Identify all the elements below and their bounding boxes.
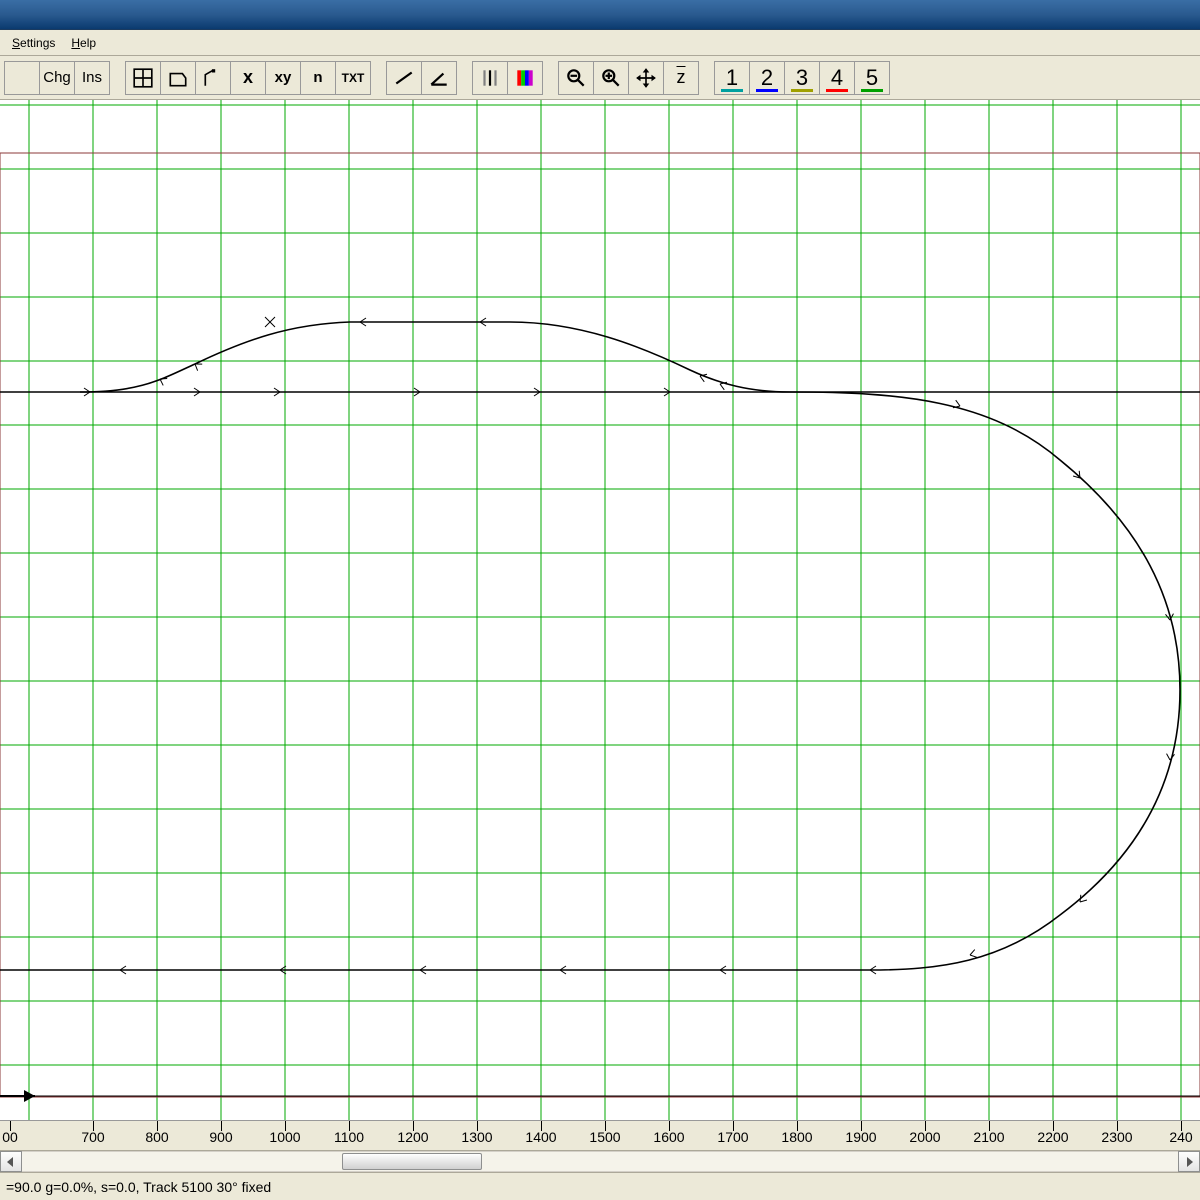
lines-display-button[interactable] (472, 61, 508, 95)
txt-button[interactable]: TXT (335, 61, 371, 95)
ruler-label: 2100 (973, 1129, 1004, 1145)
scrollbar-track[interactable] (22, 1151, 1178, 1172)
pan-icon (635, 67, 657, 89)
shape-icon (167, 67, 189, 89)
menu-settings-label: ettings (20, 36, 55, 50)
grid-icon (132, 67, 154, 89)
zoom-in-icon (600, 67, 622, 89)
ruler-label: 1800 (781, 1129, 812, 1145)
status-bar: =90.0 g=0.0%, s=0.0, Track 5100 30° fixe… (0, 1172, 1200, 1200)
polygon-point-button[interactable] (195, 61, 231, 95)
spectrum-button[interactable] (507, 61, 543, 95)
grid-button[interactable] (125, 61, 161, 95)
horizontal-scrollbar[interactable] (0, 1150, 1200, 1172)
ruler-label: 700 (81, 1129, 104, 1145)
ruler-label: 2200 (1037, 1129, 1068, 1145)
scroll-left-button[interactable] (0, 1151, 22, 1172)
design-canvas[interactable]: 00 700 800 900 1000 1100 1200 1300 1400 1500 1600 1… (0, 100, 1200, 1150)
toolbar-group-shapes: x xy n TXT (125, 61, 370, 95)
ruler-label: 2000 (909, 1129, 940, 1145)
toolbar-group-color (472, 61, 542, 95)
ruler-label: 1100 (334, 1129, 364, 1145)
ruler-label: 1900 (845, 1129, 876, 1145)
ruler-label: 1200 (397, 1129, 428, 1145)
n-button[interactable]: n (300, 61, 336, 95)
layer-3-button[interactable]: 3 (784, 61, 820, 95)
scrollbar-thumb[interactable] (342, 1153, 482, 1170)
layer-2-button[interactable]: 2 (749, 61, 785, 95)
ruler-label: 1000 (269, 1129, 300, 1145)
window-titlebar (0, 0, 1200, 30)
zoom-out-icon (565, 67, 587, 89)
horizontal-ruler: 00 700 800 900 1000 1100 1200 1300 1400 1500 1600 1… (0, 1120, 1200, 1150)
angle-icon (428, 67, 450, 89)
ruler-label: 800 (145, 1129, 168, 1145)
scroll-right-button[interactable] (1178, 1151, 1200, 1172)
layer-4-button[interactable]: 4 (819, 61, 855, 95)
zoom-in-button[interactable] (593, 61, 629, 95)
z-level-button[interactable]: z (663, 61, 699, 95)
chevron-left-icon (7, 1157, 15, 1167)
xy-button[interactable]: xy (265, 61, 301, 95)
ruler-label: 00 (2, 1129, 18, 1145)
ins-button[interactable]: Ins (74, 61, 110, 95)
layer-1-button[interactable]: 1 (714, 61, 750, 95)
spectrum-icon (514, 67, 536, 89)
layer-5-button[interactable]: 5 (854, 61, 890, 95)
ruler-label: 1300 (461, 1129, 492, 1145)
toolbar-unknown-1[interactable] (4, 61, 40, 95)
menu-help[interactable]: Help (63, 33, 104, 53)
canvas-svg (0, 100, 1200, 1120)
pan-button[interactable] (628, 61, 664, 95)
ruler-label: 1700 (717, 1129, 748, 1145)
polygon-point-icon (202, 67, 224, 89)
toolbar-group-zoom: z (558, 61, 698, 95)
toolbar-group-edit: Chg Ins (4, 61, 109, 95)
ruler-label: 900 (209, 1129, 232, 1145)
ruler-label: 1500 (589, 1129, 620, 1145)
menu-help-label: elp (80, 36, 96, 50)
toolbar-group-lines (386, 61, 456, 95)
x-button[interactable]: x (230, 61, 266, 95)
status-text: =90.0 g=0.0%, s=0.0, Track 5100 30° fixe… (6, 1179, 271, 1195)
boundary-rect (0, 153, 1200, 1097)
angle-button[interactable] (421, 61, 457, 95)
zoom-out-button[interactable] (558, 61, 594, 95)
ruler-label: 2300 (1101, 1129, 1132, 1145)
shape-button[interactable] (160, 61, 196, 95)
menu-bar: Settings Help (0, 30, 1200, 56)
toolbar-group-layers: 1 2 3 4 5 (714, 61, 889, 95)
line-button[interactable] (386, 61, 422, 95)
toolbar: Chg Ins x xy n TXT (0, 56, 1200, 100)
menu-settings[interactable]: Settings (4, 33, 63, 53)
ruler-label: 240 (1169, 1129, 1192, 1145)
chg-button[interactable]: Chg (39, 61, 75, 95)
ruler-label: 1600 (653, 1129, 684, 1145)
line-icon (393, 67, 415, 89)
lines-icon (479, 67, 501, 89)
chevron-right-icon (1185, 1157, 1193, 1167)
ruler-label: 1400 (525, 1129, 556, 1145)
